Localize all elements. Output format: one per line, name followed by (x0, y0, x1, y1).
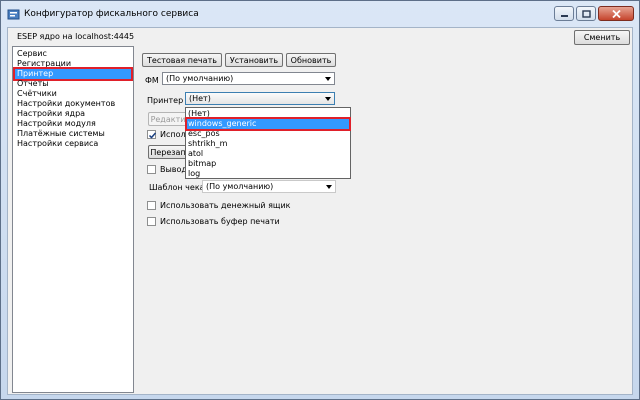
chevron-down-icon (325, 97, 331, 101)
edit-button[interactable]: Редакти (148, 112, 188, 126)
dropdown-option-log[interactable]: log (188, 169, 200, 179)
dropdown-option-bitmap[interactable]: bitmap (188, 159, 216, 169)
title-bar[interactable]: Конфигуратор фискального сервиса (1, 1, 639, 27)
print-buffer-label: Использовать буфер печати (160, 217, 280, 226)
dropdown-option-windows-generic[interactable]: windows_generic (185, 117, 351, 131)
cash-drawer-label: Использовать денежный ящик (160, 201, 291, 210)
sidebar-item-payment-systems[interactable]: Платёжные системы (17, 129, 105, 139)
minimize-icon (560, 14, 568, 17)
close-icon (611, 9, 621, 18)
reload-button[interactable]: Перезап (148, 145, 188, 159)
app-window: Конфигуратор фискального сервиса ESEP яд… (0, 0, 640, 400)
sidebar-item-module-settings[interactable]: Настройки модуля (17, 119, 96, 129)
update-button[interactable]: Обновить (286, 53, 336, 67)
maximize-button[interactable] (576, 6, 596, 21)
window-title: Конфигуратор фискального сервиса (24, 9, 199, 19)
close-button[interactable] (598, 6, 634, 21)
client-area: ESEP ядро на localhost:4445 Сменить Серв… (7, 27, 633, 395)
chevron-down-icon (326, 185, 332, 189)
chevron-down-icon (325, 77, 331, 81)
printer-select[interactable]: (Нет) (185, 92, 335, 105)
sidebar-item-service[interactable]: Сервис (17, 49, 47, 59)
install-button[interactable]: Установить (225, 53, 283, 67)
printer-dropdown-list[interactable]: (Нет) windows_generic esc_pos shtrikh_m … (185, 107, 351, 179)
sidebar-item-service-settings[interactable]: Настройки сервиса (17, 139, 98, 149)
sidebar-item-document-settings[interactable]: Настройки документов (17, 99, 115, 109)
use-checkbox[interactable] (147, 130, 157, 139)
window-controls (554, 6, 634, 21)
server-label: ESEP ядро на localhost:4445 (17, 32, 135, 41)
receipt-template-value: (По умолчанию) (206, 182, 274, 191)
output-checkbox[interactable] (147, 165, 156, 174)
sidebar-item-registrations[interactable]: Регистрации (17, 59, 71, 69)
maximize-icon (581, 9, 591, 18)
dropdown-option-esc-pos[interactable]: esc_pos (188, 129, 220, 139)
cash-drawer-checkbox[interactable] (147, 201, 156, 210)
fm-select-value: (По умолчанию) (166, 74, 234, 83)
receipt-template-select[interactable]: (По умолчанию) (202, 180, 336, 193)
sidebar-item-counters[interactable]: Счётчики (17, 89, 57, 99)
receipt-template-label: Шаблон чека (149, 183, 205, 192)
dropdown-option-none[interactable]: (Нет) (188, 109, 210, 119)
sidebar-item-reports[interactable]: Отчеты (17, 79, 49, 89)
fm-select[interactable]: (По умолчанию) (162, 72, 335, 85)
app-icon (7, 8, 20, 21)
fm-label: ФМ (145, 76, 159, 85)
change-server-button[interactable]: Сменить (574, 30, 630, 45)
test-print-button[interactable]: Тестовая печать (142, 53, 222, 67)
minimize-button[interactable] (554, 6, 574, 21)
checkmark-icon (148, 132, 157, 139)
dropdown-option-atol[interactable]: atol (188, 149, 203, 159)
printer-label: Принтер (147, 96, 184, 105)
sidebar-item-printer[interactable]: Принтер (13, 67, 133, 81)
dropdown-option-shtrikh-m[interactable]: shtrikh_m (188, 139, 227, 149)
print-buffer-checkbox[interactable] (147, 217, 156, 226)
sidebar-list[interactable]: Сервис Регистрации Принтер Отчеты Счётчи… (12, 46, 134, 393)
printer-select-value: (Нет) (189, 94, 211, 103)
sidebar-item-core-settings[interactable]: Настройки ядра (17, 109, 85, 119)
